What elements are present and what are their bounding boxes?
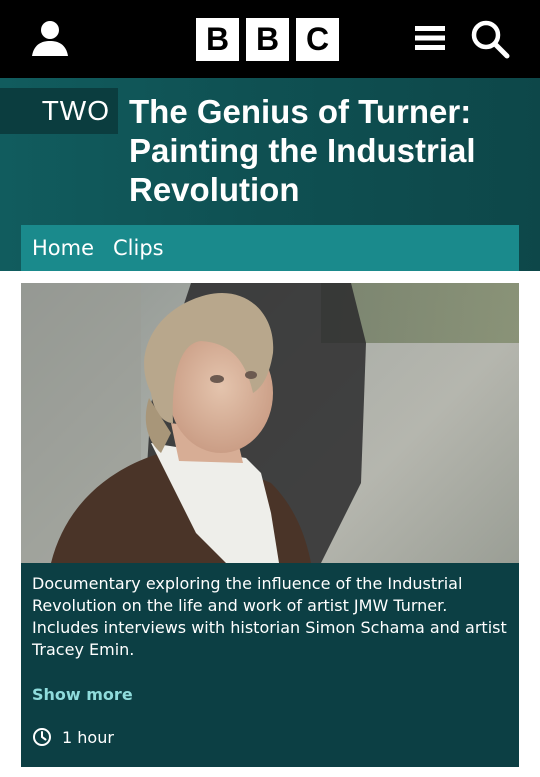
bbc-logo-letter: B bbox=[196, 18, 239, 61]
hero-image bbox=[21, 283, 519, 563]
bbc-logo-letter: C bbox=[296, 18, 339, 61]
programme-duration: 1 hour bbox=[32, 727, 114, 747]
search-button[interactable] bbox=[470, 19, 510, 59]
show-more-link[interactable]: Show more bbox=[32, 685, 133, 704]
clock-icon bbox=[33, 728, 51, 746]
user-icon bbox=[32, 21, 68, 56]
menu-button[interactable] bbox=[414, 22, 446, 54]
bbc-logo[interactable]: B B C bbox=[196, 18, 339, 61]
nav-item-clips[interactable]: Clips bbox=[113, 236, 164, 260]
programme-card: Documentary exploring the influence of t… bbox=[21, 283, 519, 767]
programme-masthead: TWO The Genius of Turner: Painting the I… bbox=[0, 78, 540, 271]
bbc-topbar: B B C bbox=[0, 0, 540, 78]
hamburger-menu-icon bbox=[415, 26, 445, 50]
bbc-logo-letter: B bbox=[246, 18, 289, 61]
programme-description: Documentary exploring the influence of t… bbox=[32, 574, 507, 659]
account-button[interactable] bbox=[30, 18, 70, 58]
search-icon bbox=[471, 20, 510, 59]
channel-badge[interactable]: TWO bbox=[0, 88, 118, 134]
nav-item-home[interactable]: Home bbox=[32, 236, 94, 260]
programme-nav: Home Clips bbox=[21, 225, 519, 271]
duration-text: 1 hour bbox=[62, 727, 114, 747]
page-title: The Genius of Turner: Painting the Indus… bbox=[129, 93, 476, 208]
